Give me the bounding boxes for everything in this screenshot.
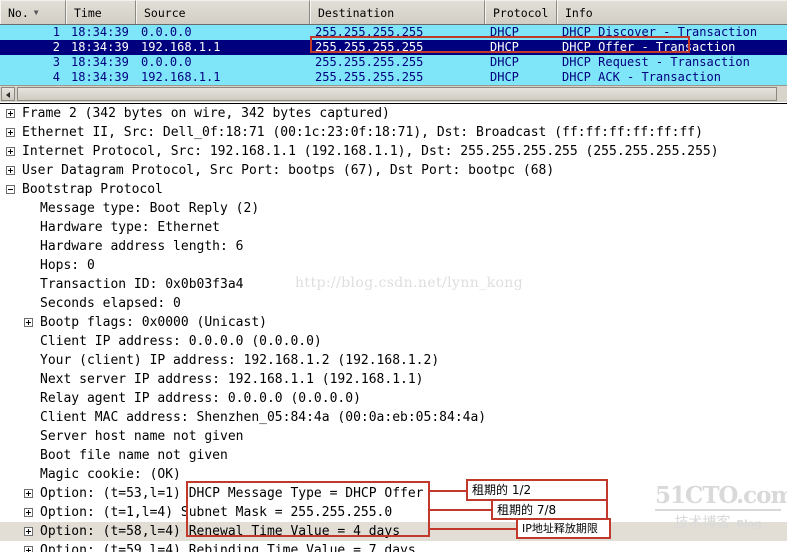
expand-plus-icon[interactable]	[24, 508, 33, 517]
cell-source: 0.0.0.0	[136, 25, 310, 40]
tree-item-message-type[interactable]: Message type: Boot Reply (2)	[0, 199, 787, 218]
collapse-minus-icon[interactable]	[6, 185, 15, 194]
expand-plus-icon[interactable]	[6, 128, 15, 137]
tree-item-label: Client IP address: 0.0.0.0 (0.0.0.0)	[0, 332, 787, 351]
annotation-box-selected-packet	[310, 36, 690, 53]
table-row[interactable]: 4 18:34:39 192.168.1.1 255.255.255.255 D…	[0, 70, 787, 85]
tree-item-label: Hops: 0	[0, 256, 787, 275]
tree-item-your-client-ip-address[interactable]: Your (client) IP address: 192.168.1.2 (1…	[0, 351, 787, 370]
packet-list-body[interactable]: 1 18:34:39 0.0.0.0 255.255.255.255 DHCP …	[0, 25, 787, 85]
table-row[interactable]: 3 18:34:39 0.0.0.0 255.255.255.255 DHCP …	[0, 55, 787, 70]
tree-item-label: Your (client) IP address: 192.168.1.2 (1…	[0, 351, 787, 370]
tree-item-label: Boot file name not given	[0, 446, 787, 465]
cell-time: 18:34:39	[66, 55, 136, 70]
tree-item-label: Frame 2 (342 bytes on wire, 342 bytes ca…	[0, 104, 787, 123]
cell-info: DHCP Request - Transaction	[557, 55, 787, 70]
cell-no: 1	[0, 25, 66, 40]
annotation-label-rebinding: 租期的 7/8	[491, 499, 608, 520]
cell-destination: 255.255.255.255	[310, 55, 485, 70]
column-header-no[interactable]: No. ▼	[0, 0, 66, 24]
cell-time: 18:34:39	[66, 70, 136, 85]
column-header-destination[interactable]: Destination	[310, 0, 485, 24]
scroll-left-arrow-icon[interactable]	[1, 87, 15, 101]
expand-plus-icon[interactable]	[24, 489, 33, 498]
tree-item-label: Server host name not given	[0, 427, 787, 446]
column-header-time-label: Time	[74, 6, 102, 20]
packet-list-horizontal-scrollbar[interactable]	[0, 85, 787, 102]
tree-item-label: Next server IP address: 192.168.1.1 (192…	[0, 370, 787, 389]
column-header-time[interactable]: Time	[66, 0, 136, 24]
annotation-connector-rebinding	[428, 509, 493, 511]
column-header-protocol[interactable]: Protocol	[485, 0, 557, 24]
cell-protocol: DHCP	[485, 55, 557, 70]
sort-descending-icon: ▼	[34, 8, 39, 17]
tree-item-bootp-flags[interactable]: Bootp flags: 0x0000 (Unicast)	[0, 313, 787, 332]
tree-item-label: Internet Protocol, Src: 192.168.1.1 (192…	[0, 142, 787, 161]
tree-item-client-mac-address[interactable]: Client MAC address: Shenzhen_05:84:4a (0…	[0, 408, 787, 427]
annotation-label-renewal: 租期的 1/2	[466, 479, 608, 501]
tree-item-label: User Datagram Protocol, Src Port: bootps…	[0, 161, 787, 180]
expand-plus-icon[interactable]	[24, 318, 33, 327]
tree-item-hardware-type[interactable]: Hardware type: Ethernet	[0, 218, 787, 237]
expand-plus-icon[interactable]	[6, 147, 15, 156]
packet-list-header[interactable]: No. ▼ Time Source Destination Protocol In…	[0, 0, 787, 25]
column-header-destination-label: Destination	[318, 6, 394, 20]
annotation-box-option-values	[186, 481, 430, 537]
cell-no: 3	[0, 55, 66, 70]
tree-item-hops[interactable]: Hops: 0	[0, 256, 787, 275]
tree-item-hardware-address-length[interactable]: Hardware address length: 6	[0, 237, 787, 256]
column-header-protocol-label: Protocol	[493, 6, 548, 20]
annotation-connector-renewal	[428, 490, 468, 492]
expand-plus-icon[interactable]	[24, 546, 33, 552]
tree-item-label: Seconds elapsed: 0	[0, 294, 787, 313]
tree-item-next-server-ip-address[interactable]: Next server IP address: 192.168.1.1 (192…	[0, 370, 787, 389]
tree-item-label: Option: (t=59,l=4) Rebinding Time Value …	[0, 541, 787, 552]
tree-item-transaction-id[interactable]: Transaction ID: 0x0b03f3a4	[0, 275, 787, 294]
cell-protocol: DHCP	[485, 70, 557, 85]
column-header-source[interactable]: Source	[136, 0, 310, 24]
tree-item-label: Ethernet II, Src: Dell_0f:18:71 (00:1c:2…	[0, 123, 787, 142]
tree-item-server-host-name[interactable]: Server host name not given	[0, 427, 787, 446]
cell-time: 18:34:39	[66, 25, 136, 40]
expand-plus-icon[interactable]	[24, 527, 33, 536]
tree-item-client-ip-address[interactable]: Client IP address: 0.0.0.0 (0.0.0.0)	[0, 332, 787, 351]
cell-source: 192.168.1.1	[136, 70, 310, 85]
tree-item-label: Client MAC address: Shenzhen_05:84:4a (0…	[0, 408, 787, 427]
tree-item-relay-agent-ip-address[interactable]: Relay agent IP address: 0.0.0.0 (0.0.0.0…	[0, 389, 787, 408]
tree-item-label: Relay agent IP address: 0.0.0.0 (0.0.0.0…	[0, 389, 787, 408]
cell-time: 18:34:39	[66, 40, 136, 55]
tree-item-label: Hardware address length: 6	[0, 237, 787, 256]
tree-item-label: Bootp flags: 0x0000 (Unicast)	[0, 313, 787, 332]
tree-item-seconds-elapsed[interactable]: Seconds elapsed: 0	[0, 294, 787, 313]
column-header-no-label: No.	[8, 6, 29, 20]
cell-no: 4	[0, 70, 66, 85]
column-header-info-label: Info	[565, 6, 593, 20]
cell-source: 0.0.0.0	[136, 55, 310, 70]
cell-source: 192.168.1.1	[136, 40, 310, 55]
tree-item-label: Bootstrap Protocol	[0, 180, 787, 199]
tree-item-label: Transaction ID: 0x0b03f3a4	[0, 275, 787, 294]
annotation-label-lease: IP地址释放期限	[516, 518, 611, 539]
tree-item-frame[interactable]: Frame 2 (342 bytes on wire, 342 bytes ca…	[0, 104, 787, 123]
tree-item-internet-protocol[interactable]: Internet Protocol, Src: 192.168.1.1 (192…	[0, 142, 787, 161]
cell-info: DHCP ACK - Transaction	[557, 70, 787, 85]
column-header-info[interactable]: Info	[557, 0, 787, 24]
cell-destination: 255.255.255.255	[310, 70, 485, 85]
expand-plus-icon[interactable]	[6, 166, 15, 175]
tree-item-ethernet[interactable]: Ethernet II, Src: Dell_0f:18:71 (00:1c:2…	[0, 123, 787, 142]
tree-item-label: Message type: Boot Reply (2)	[0, 199, 787, 218]
tree-item-label: Hardware type: Ethernet	[0, 218, 787, 237]
cell-no: 2	[0, 40, 66, 55]
column-header-source-label: Source	[144, 6, 186, 20]
expand-plus-icon[interactable]	[6, 109, 15, 118]
scrollbar-thumb[interactable]	[17, 87, 777, 101]
tree-item-boot-file-name[interactable]: Boot file name not given	[0, 446, 787, 465]
tree-item-udp[interactable]: User Datagram Protocol, Src Port: bootps…	[0, 161, 787, 180]
tree-item-option-rebinding-time-value[interactable]: Option: (t=59,l=4) Rebinding Time Value …	[0, 541, 787, 552]
annotation-connector-lease	[428, 528, 518, 530]
tree-item-bootstrap-protocol[interactable]: Bootstrap Protocol	[0, 180, 787, 199]
